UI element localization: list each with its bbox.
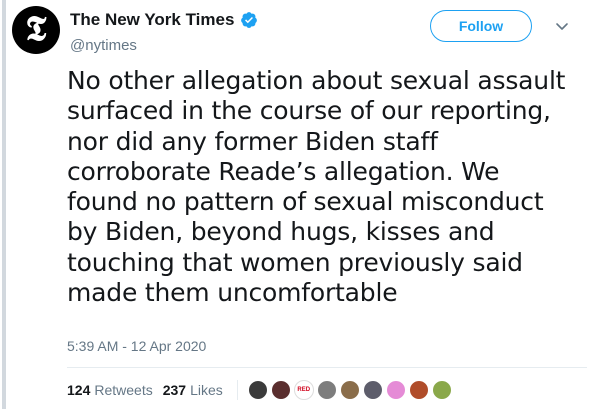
liker-avatar-2[interactable] [270, 380, 291, 400]
likes-label[interactable]: Likes [190, 382, 223, 398]
tweet-header: 𝕿 The New York Times @nytimes Follow [12, 6, 590, 56]
liker-avatar-7[interactable] [385, 380, 406, 400]
liker-avatar-9[interactable] [431, 380, 452, 400]
tweet-text-line: by Biden, beyond hugs, kisses and [67, 217, 495, 247]
liker-avatar-6[interactable] [362, 380, 383, 400]
tweet-text-line: corroborate Reade’s allegation. We [67, 156, 500, 186]
nyt-logo-icon: 𝕿 [25, 9, 47, 49]
tweet-text-line: found no pattern of sexual misconduct [67, 187, 544, 217]
liker-avatars: RED [247, 380, 455, 400]
verified-badge-icon [241, 12, 258, 28]
follow-button[interactable]: Follow [430, 10, 532, 42]
liker-avatar-3[interactable]: RED [293, 380, 314, 400]
quote-left-rule [2, 0, 6, 409]
liker-avatar-1[interactable] [247, 380, 268, 400]
likes-count[interactable]: 237 [163, 382, 186, 398]
account-handle[interactable]: @nytimes [70, 37, 137, 54]
chevron-down-icon[interactable] [554, 18, 570, 34]
tweet-timestamp[interactable]: 5:39 AM - 12 Apr 2020 [67, 338, 206, 354]
tweet-text-line: surfaced in the course of our reporting, [67, 96, 551, 126]
liker-avatar-4[interactable] [316, 380, 337, 400]
tweet-text-line: touching that women previously said [67, 247, 523, 277]
name-row: The New York Times [70, 10, 258, 30]
display-name[interactable]: The New York Times [70, 10, 234, 30]
retweets-count[interactable]: 124 [67, 382, 90, 398]
divider [67, 367, 587, 368]
tweet-text-line: made them uncomfortable [67, 278, 398, 308]
liker-avatar-8[interactable] [408, 380, 429, 400]
tweet-text-line: nor did any former Biden staff [67, 126, 438, 156]
liker-avatar-5[interactable] [339, 380, 360, 400]
stats-separator [236, 380, 238, 400]
tweet-text-line: No other allegation about sexual assault [67, 66, 566, 95]
tweet-stats: 124 Retweets 237 Likes RED [67, 380, 455, 400]
tweet-text: No other allegation about sexual assault… [67, 66, 572, 308]
avatar[interactable]: 𝕿 [12, 6, 60, 54]
retweets-label[interactable]: Retweets [94, 382, 152, 398]
